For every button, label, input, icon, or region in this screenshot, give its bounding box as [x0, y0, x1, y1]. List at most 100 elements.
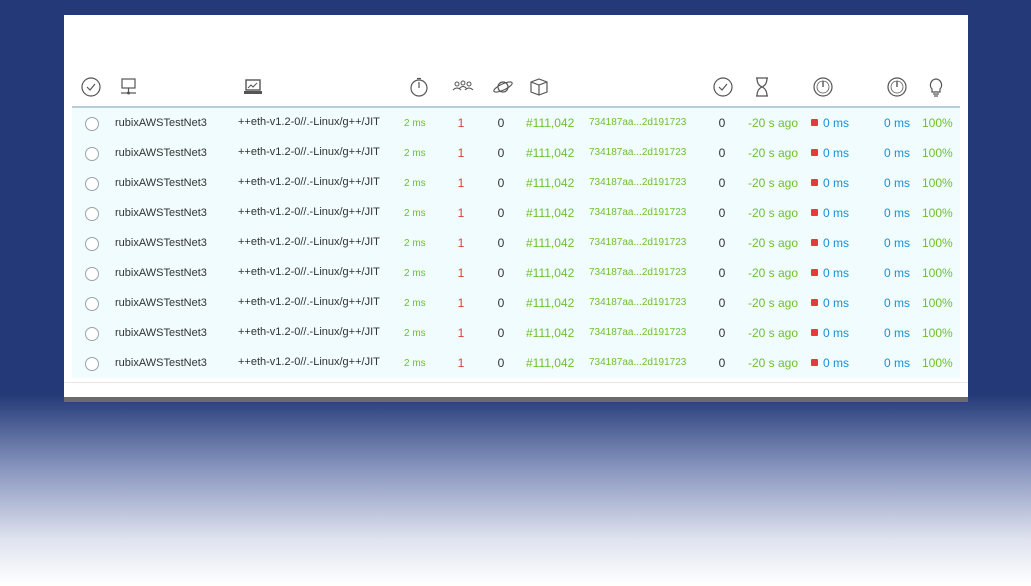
node-uptime: 100%: [922, 296, 953, 310]
node-pending: 0: [497, 116, 505, 130]
node-block: #111,042: [526, 236, 575, 250]
node-latency: 2 ms: [404, 238, 426, 249]
node-uptime: 100%: [922, 146, 953, 160]
pin-node-radio[interactable]: [85, 357, 99, 371]
node-block-hash: 734187aa...2d191723: [589, 207, 687, 218]
table-row[interactable]: rubixAWSTestNet3 ++eth-v1.2-0//.-Linux/g…: [72, 288, 960, 318]
node-block: #111,042: [526, 266, 575, 280]
node-block: #111,042: [526, 206, 575, 220]
node-name: rubixAWSTestNet3: [115, 237, 207, 249]
table-row[interactable]: rubixAWSTestNet3 ++eth-v1.2-0//.-Linux/g…: [72, 228, 960, 258]
pin-node-radio[interactable]: [85, 237, 99, 251]
node-peers: 1: [457, 236, 465, 250]
node-last-block: -20 s ago: [748, 116, 799, 130]
node-propagation: 0 ms: [823, 296, 850, 310]
node-latency: 2 ms: [404, 148, 426, 159]
node-client: ++eth-v1.2-0//.-Linux/g++/JIT: [238, 326, 380, 338]
node-block-hash: 734187aa...2d191723: [589, 267, 687, 278]
node-avg-propagation: 0 ms: [884, 296, 911, 310]
node-client: ++eth-v1.2-0//.-Linux/g++/JIT: [238, 356, 380, 368]
table-row[interactable]: rubixAWSTestNet3 ++eth-v1.2-0//.-Linux/g…: [72, 168, 960, 198]
cube-icon[interactable]: [528, 76, 550, 98]
node-client: ++eth-v1.2-0//.-Linux/g++/JIT: [238, 176, 380, 188]
node-latency: 2 ms: [404, 178, 426, 189]
pin-node-radio[interactable]: [85, 267, 99, 281]
check-circle-icon[interactable]: [80, 76, 102, 98]
node-name: rubixAWSTestNet3: [115, 267, 207, 279]
table-row[interactable]: rubixAWSTestNet3 ++eth-v1.2-0//.-Linux/g…: [72, 318, 960, 348]
node-block-hash: 734187aa...2d191723: [589, 237, 687, 248]
node-propagation: 0 ms: [823, 176, 850, 190]
nodes-panel: rubixAWSTestNet3 ++eth-v1.2-0//.-Linux/g…: [64, 15, 968, 402]
node-latency: 2 ms: [404, 358, 426, 369]
pin-node-radio[interactable]: [85, 297, 99, 311]
planet-icon[interactable]: [492, 76, 514, 98]
node-block-hash: 734187aa...2d191723: [589, 327, 687, 338]
node-last-block: -20 s ago: [748, 236, 799, 250]
node-last-block: -20 s ago: [748, 146, 799, 160]
node-monitor-icon[interactable]: [118, 76, 140, 98]
node-pending: 0: [497, 296, 505, 310]
node-peers: 1: [457, 176, 465, 190]
node-block: #111,042: [526, 356, 575, 370]
peers-group-icon[interactable]: [452, 76, 474, 98]
table-header: [72, 73, 960, 108]
laptop-icon[interactable]: [242, 76, 264, 98]
node-uptime: 100%: [922, 116, 953, 130]
pin-node-radio[interactable]: [85, 327, 99, 341]
node-transactions: 0: [718, 206, 726, 220]
node-pending: 0: [497, 356, 505, 370]
table-row[interactable]: rubixAWSTestNet3 ++eth-v1.2-0//.-Linux/g…: [72, 258, 960, 288]
panel-bottom-border: [64, 397, 968, 402]
node-block: #111,042: [526, 176, 575, 190]
propagation-status-dot: [811, 269, 818, 276]
node-avg-propagation: 0 ms: [884, 116, 911, 130]
node-propagation: 0 ms: [823, 356, 850, 370]
node-transactions: 0: [718, 326, 726, 340]
node-pending: 0: [497, 206, 505, 220]
propagation-status-dot: [811, 209, 818, 216]
node-transactions: 0: [718, 296, 726, 310]
node-avg-propagation: 0 ms: [884, 326, 911, 340]
table-row[interactable]: rubixAWSTestNet3 ++eth-v1.2-0//.-Linux/g…: [72, 108, 960, 138]
check-circle-icon-2[interactable]: [712, 76, 734, 98]
node-peers: 1: [457, 356, 465, 370]
node-client: ++eth-v1.2-0//.-Linux/g++/JIT: [238, 296, 380, 308]
pin-node-radio[interactable]: [85, 207, 99, 221]
nodes-table-body: rubixAWSTestNet3 ++eth-v1.2-0//.-Linux/g…: [72, 108, 960, 378]
node-transactions: 0: [718, 236, 726, 250]
node-peers: 1: [457, 326, 465, 340]
pin-node-radio[interactable]: [85, 147, 99, 161]
node-last-block: -20 s ago: [748, 176, 799, 190]
node-client: ++eth-v1.2-0//.-Linux/g++/JIT: [238, 116, 380, 128]
node-uptime: 100%: [922, 266, 953, 280]
pin-node-radio[interactable]: [85, 117, 99, 131]
pin-node-radio[interactable]: [85, 177, 99, 191]
node-propagation: 0 ms: [823, 116, 850, 130]
table-row[interactable]: rubixAWSTestNet3 ++eth-v1.2-0//.-Linux/g…: [72, 198, 960, 228]
node-peers: 1: [457, 206, 465, 220]
node-pending: 0: [497, 176, 505, 190]
table-row[interactable]: rubixAWSTestNet3 ++eth-v1.2-0//.-Linux/g…: [72, 348, 960, 378]
node-pending: 0: [497, 266, 505, 280]
node-client: ++eth-v1.2-0//.-Linux/g++/JIT: [238, 236, 380, 248]
hourglass-icon[interactable]: [751, 76, 773, 98]
stopwatch-icon[interactable]: [408, 76, 430, 98]
node-client: ++eth-v1.2-0//.-Linux/g++/JIT: [238, 206, 380, 218]
gauge-icon[interactable]: [812, 76, 834, 98]
node-name: rubixAWSTestNet3: [115, 177, 207, 189]
node-propagation: 0 ms: [823, 266, 850, 280]
lightbulb-icon[interactable]: [925, 76, 947, 98]
node-uptime: 100%: [922, 206, 953, 220]
node-propagation: 0 ms: [823, 146, 850, 160]
node-last-block: -20 s ago: [748, 356, 799, 370]
node-uptime: 100%: [922, 236, 953, 250]
gauge-icon-2[interactable]: [886, 76, 908, 98]
node-pending: 0: [497, 236, 505, 250]
node-transactions: 0: [718, 116, 726, 130]
table-row[interactable]: rubixAWSTestNet3 ++eth-v1.2-0//.-Linux/g…: [72, 138, 960, 168]
node-uptime: 100%: [922, 326, 953, 340]
propagation-status-dot: [811, 119, 818, 126]
node-name: rubixAWSTestNet3: [115, 207, 207, 219]
node-block: #111,042: [526, 326, 575, 340]
